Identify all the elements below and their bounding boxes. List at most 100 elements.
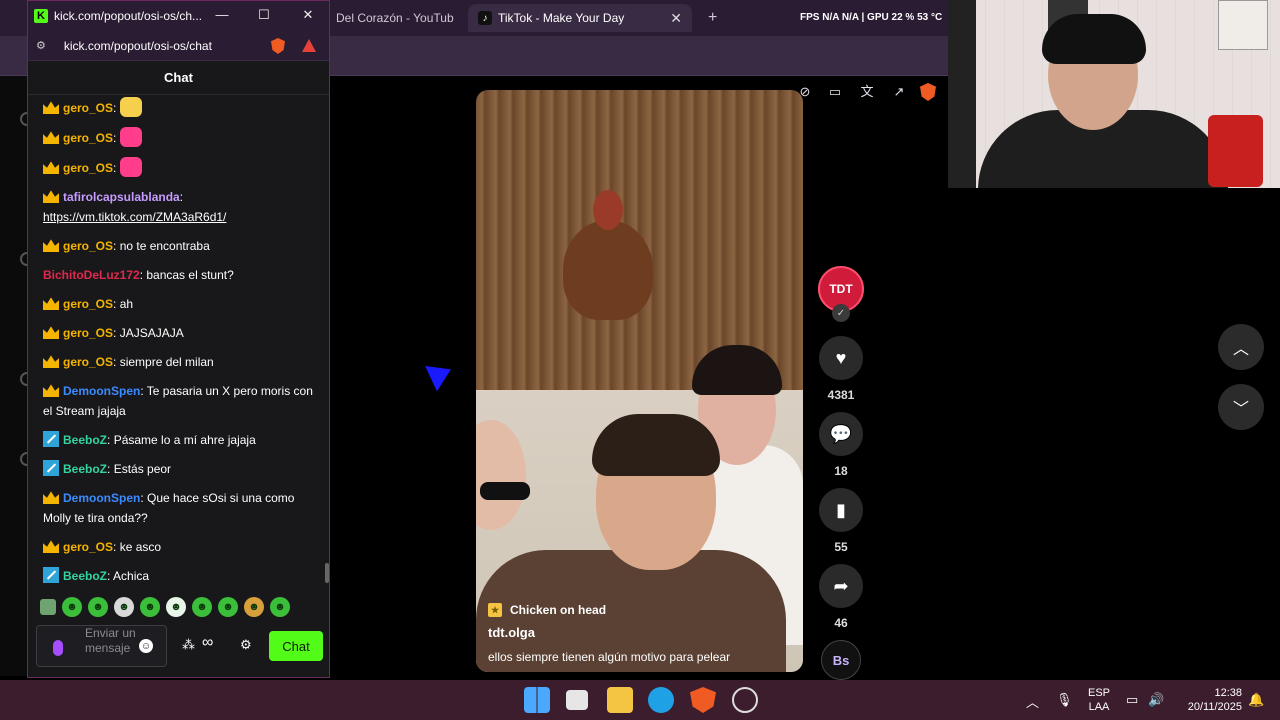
users-icon[interactable]: ⁂ [182,637,195,653]
clock[interactable]: 12:38 20/11/2025 [1176,686,1242,714]
tab-youtube[interactable]: Del Corazón - YouTub [326,4,466,32]
emote-icon[interactable]: ☻ [140,597,160,617]
translate-icon[interactable]: 文 [858,84,876,100]
chat-message-text: no te encontraba [119,239,210,253]
chat-scrollbar[interactable] [325,563,329,583]
chat-message[interactable]: gero_OS: siempre del milan [43,352,316,372]
emote-icon[interactable]: ☻ [88,597,108,617]
chat-username[interactable]: BeeboZ [63,462,107,476]
chat-message[interactable]: gero_OS: [43,97,316,118]
chat-username[interactable]: gero_OS [63,355,113,369]
brave-taskbar-icon[interactable] [690,687,716,713]
close-icon[interactable]: ✕ [300,7,316,23]
chat-message-list[interactable]: gero_OS: gero_OS: gero_OS: tafirolcapsul… [28,97,328,587]
chat-username[interactable]: DemoonSpen [63,491,140,505]
site-settings-icon[interactable]: ⚙ [36,39,46,52]
brave-shield-icon[interactable] [271,38,285,54]
video-username[interactable]: tdt.olga [488,625,788,640]
chat-url[interactable]: kick.com/popout/osi-os/chat [64,39,212,53]
emote-icon[interactable]: ☻ [244,597,264,617]
chat-message[interactable]: gero_OS: JAJSAJAJA [43,323,316,343]
chat-message[interactable]: DemoonSpen: Que hace sOsi si una como Mo… [43,488,316,528]
chat-message[interactable]: BeeboZ: Pásame lo a mí ahre jajaja [43,430,316,450]
chat-username[interactable]: gero_OS [63,239,113,253]
emote-icon[interactable]: ☻ [218,597,238,617]
chat-username[interactable]: tafirolcapsulablanda [63,190,180,204]
start-windows-icon[interactable] [524,687,550,713]
cast-icon[interactable]: ▭ [826,84,844,100]
comment-count: 18 [834,464,848,478]
chat-username[interactable]: gero_OS [63,326,113,340]
chat-link[interactable]: https://vm.tiktok.com/ZMA3aR6d1/ [43,210,226,224]
brave-rewards-icon[interactable] [302,39,316,52]
chat-url-bar[interactable]: ⚙ kick.com/popout/osi-os/chat [28,31,329,61]
comment-action[interactable]: 💬 18 [816,412,866,478]
chat-message[interactable]: BeeboZ: Achica [43,566,316,586]
chat-message[interactable]: gero_OS: no te encontraba [43,236,316,256]
chat-message[interactable]: tafirolcapsulablanda: https://vm.tiktok.… [43,187,316,227]
crown-badge-icon [43,131,59,144]
share-action[interactable]: ➦ 46 [816,564,866,630]
follow-check-icon[interactable]: ✓ [832,304,850,322]
emote-icon[interactable]: ☻ [192,597,212,617]
like-action[interactable]: ♥ 4381 [816,336,866,402]
infinity-icon[interactable]: ∞ [202,634,213,652]
chat-username[interactable]: DemoonSpen [63,384,140,398]
microphone-icon[interactable] [53,640,63,656]
emote-icon[interactable]: ☻ [166,597,186,617]
emote-icon[interactable] [40,599,56,615]
minimize-icon[interactable]: — [214,7,230,22]
like-count: 4381 [827,388,855,402]
chat-message-input[interactable]: Enviar un mensaje ☺ [36,625,167,667]
next-video-button[interactable]: ﹀ [1218,384,1264,430]
effect-badge-label: Chicken on head [510,603,607,617]
emoji-picker-icon[interactable]: ☺ [139,639,153,653]
new-tab-button[interactable]: + [698,4,728,32]
volume-icon[interactable]: 🔊 [1148,692,1164,708]
chat-username[interactable]: gero_OS [63,161,113,175]
chat-message[interactable]: BeeboZ: Estás peor [43,459,316,479]
chat-username[interactable]: BeeboZ [63,569,107,583]
chat-window-titlebar[interactable]: K kick.com/popout/osi-os/ch... — ☐ ✕ [28,1,329,31]
emote-icon[interactable]: ☻ [62,597,82,617]
maximize-icon[interactable]: ☐ [256,7,272,23]
chat-username[interactable]: gero_OS [63,131,113,145]
share-arrow-icon[interactable]: ➦ [819,564,863,608]
input-language[interactable]: ESP LAA [1084,686,1114,714]
heart-icon[interactable]: ♥ [819,336,863,380]
chat-message[interactable]: gero_OS: [43,157,316,178]
chat-username[interactable]: BeeboZ [63,433,107,447]
music-disc[interactable]: Bs [821,640,861,680]
chat-username[interactable]: BichitoDeLuz172 [43,268,140,282]
share-icon[interactable]: ↗ [890,84,908,100]
notification-bell-icon[interactable]: 🔔 [1248,692,1264,708]
tab-tiktok[interactable]: ♪ TikTok - Make Your Day ✕ [468,4,692,32]
task-view-icon[interactable] [566,690,588,710]
brave-shield-icon[interactable] [920,83,936,101]
tray-microphone-icon[interactable]: 🎙 [1056,692,1073,708]
network-icon[interactable]: ▭ [1126,692,1138,708]
file-explorer-icon[interactable] [607,687,633,713]
obs-icon[interactable] [732,687,758,713]
chat-message[interactable]: DemoonSpen: Te pasaria un X pero moris c… [43,381,316,421]
effect-badge[interactable]: ★ Chicken on head [488,603,606,617]
chat-message[interactable]: gero_OS: ke asco [43,537,316,557]
settings-gear-icon[interactable]: ⚙ [240,637,252,653]
emote-icon[interactable]: ☻ [114,597,134,617]
chat-username[interactable]: gero_OS [63,540,113,554]
chat-username[interactable]: gero_OS [63,297,113,311]
tray-chevron-up-icon[interactable]: ︿ [1026,692,1039,711]
tab-close-icon[interactable]: ✕ [670,10,682,27]
edge-browser-icon[interactable] [648,687,674,713]
previous-video-button[interactable]: ︿ [1218,324,1264,370]
chat-message[interactable]: gero_OS: [43,127,316,148]
save-action[interactable]: ▮ 55 [816,488,866,554]
chat-message[interactable]: BichitoDeLuz172: bancas el stunt? [43,265,316,285]
bookmark-icon[interactable]: ▮ [819,488,863,532]
comment-icon[interactable]: 💬 [819,412,863,456]
tiktok-video[interactable]: ★ Chicken on head tdt.olga ellos siempre… [476,90,803,672]
chat-username[interactable]: gero_OS [63,101,113,115]
send-chat-button[interactable]: Chat [269,631,323,661]
emote-icon[interactable]: ☻ [270,597,290,617]
chat-message[interactable]: gero_OS: ah [43,294,316,314]
